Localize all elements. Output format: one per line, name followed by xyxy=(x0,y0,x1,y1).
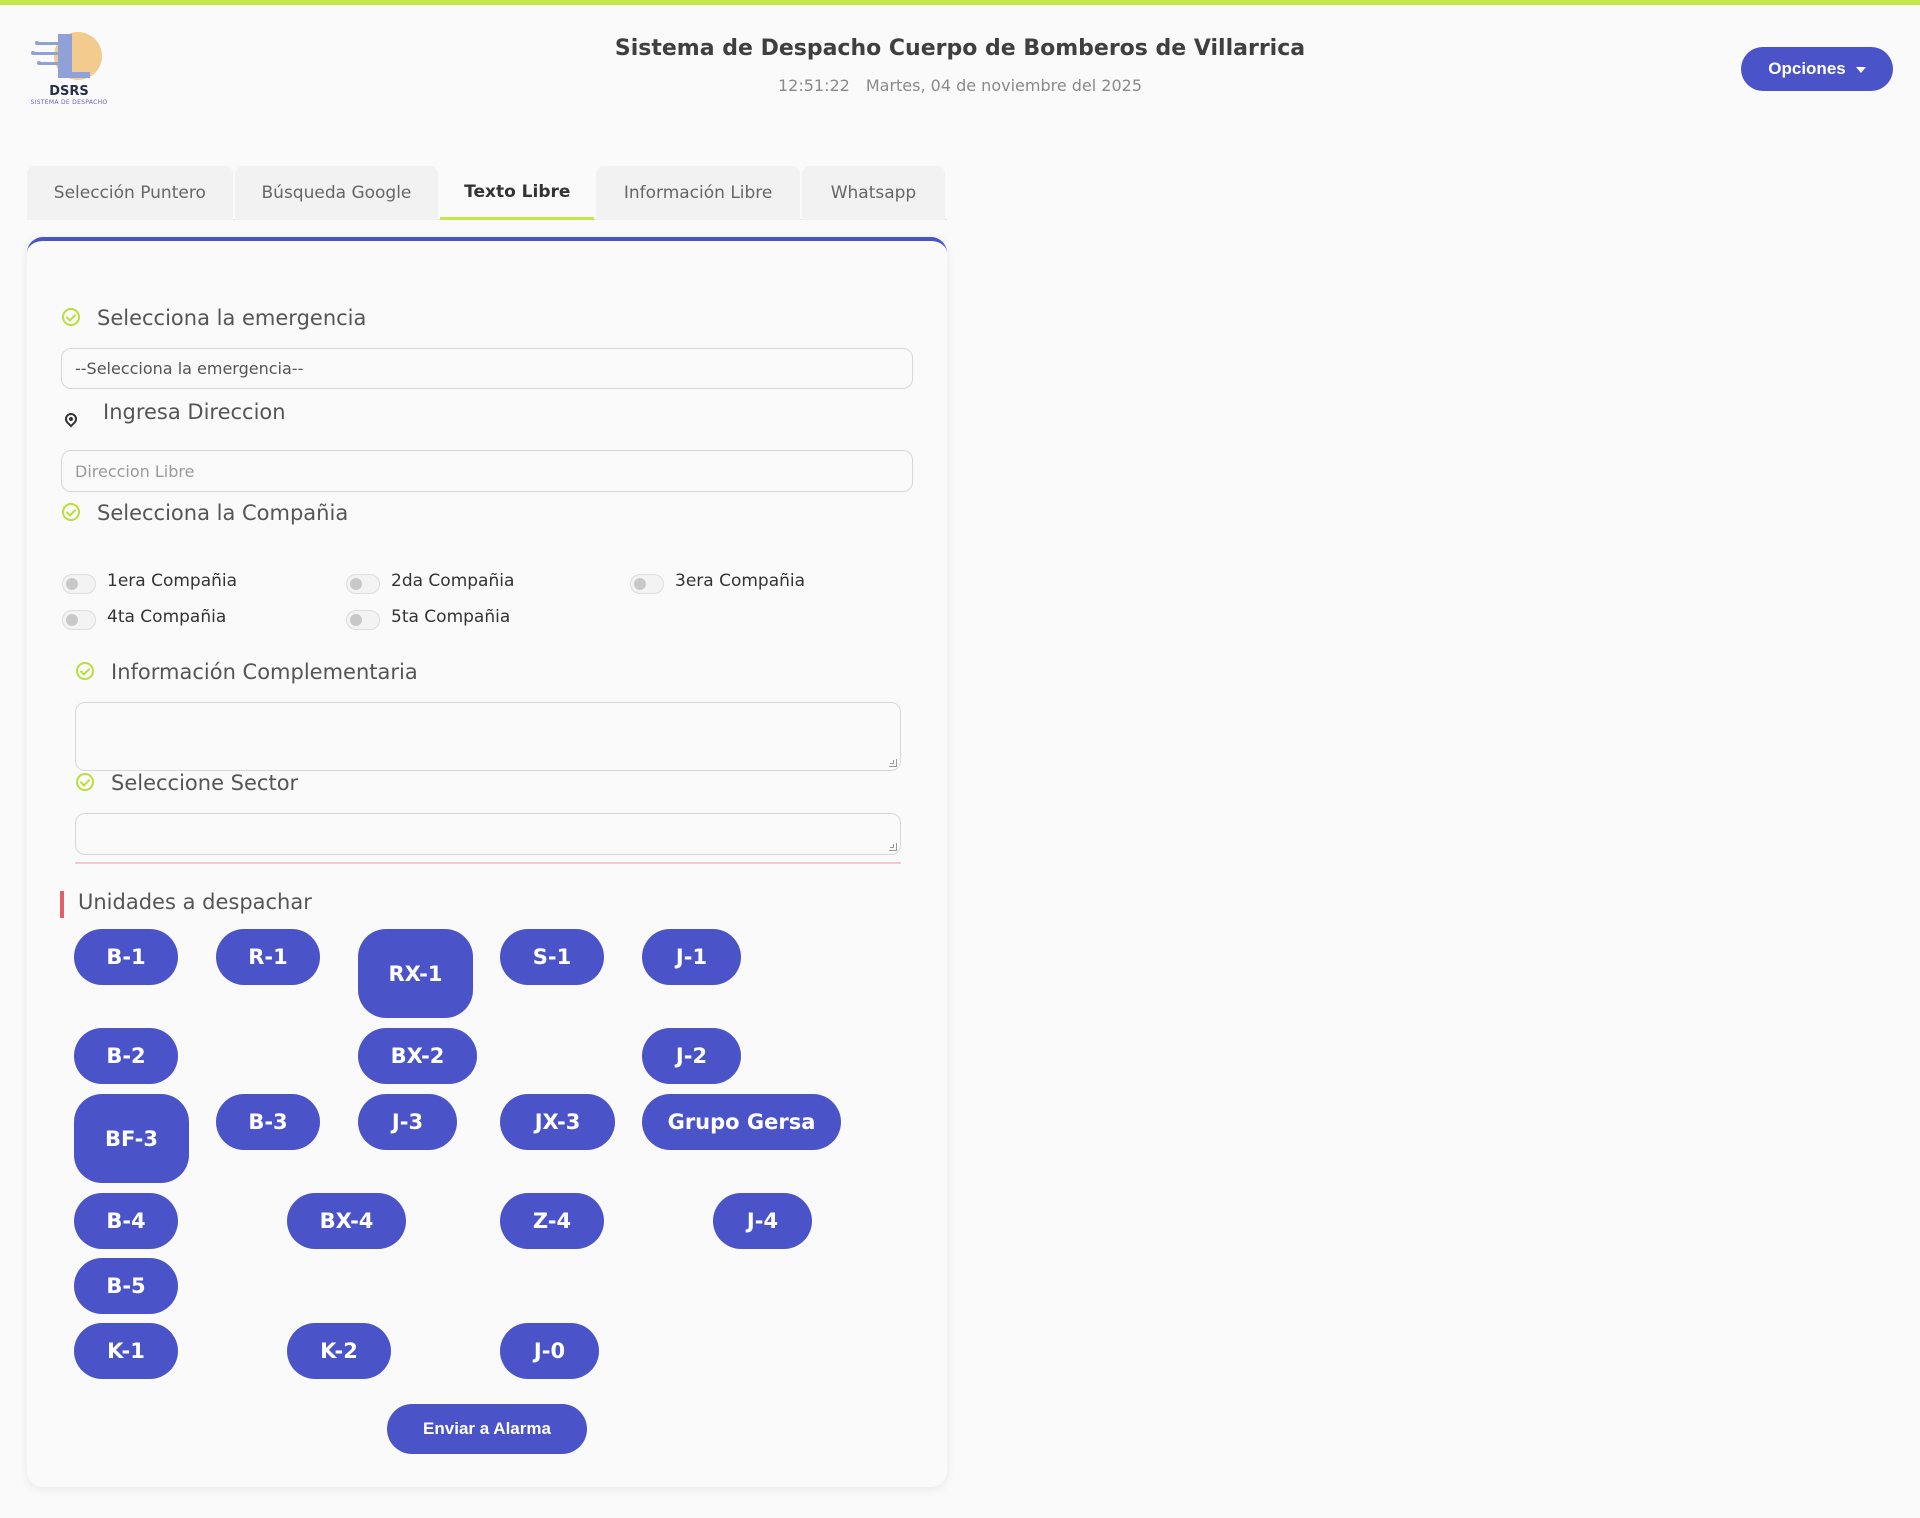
toggle-4ta-compania[interactable] xyxy=(62,610,96,630)
info-label: Información Complementaria xyxy=(111,660,418,684)
sector-textarea[interactable] xyxy=(75,813,901,855)
header-datetime: 12:51:22 Martes, 04 de noviembre del 2025 xyxy=(560,76,1360,95)
top-accent-bar xyxy=(0,0,1920,5)
company-label: Selecciona la Compañia xyxy=(97,501,349,525)
unit-j-4[interactable]: J-4 xyxy=(713,1193,812,1249)
emergency-label: Selecciona la emergencia xyxy=(97,306,367,330)
section-marker xyxy=(60,891,64,918)
unit-j-0[interactable]: J-0 xyxy=(500,1323,599,1379)
unit-b-1[interactable]: B-1 xyxy=(74,929,178,985)
toggle-3era-compania[interactable] xyxy=(630,574,664,594)
unit-j-3[interactable]: J-3 xyxy=(358,1094,457,1150)
unit-r-1[interactable]: R-1 xyxy=(216,929,320,985)
sector-label: Seleccione Sector xyxy=(111,771,299,795)
address-label: Ingresa Direccion xyxy=(103,400,286,424)
check-circle-icon xyxy=(76,773,94,791)
resize-handle-icon xyxy=(889,843,897,851)
emergency-select[interactable]: --Selecciona la emergencia-- xyxy=(61,348,913,389)
info-textarea[interactable] xyxy=(75,702,901,771)
unit-b-4[interactable]: B-4 xyxy=(74,1193,178,1249)
unit-bx-2[interactable]: BX-2 xyxy=(358,1028,477,1084)
logo-text: DSRS xyxy=(49,84,89,99)
toggle-1era-compania[interactable] xyxy=(62,574,96,594)
options-label: Opciones xyxy=(1768,59,1846,78)
unit-k-2[interactable]: K-2 xyxy=(287,1323,391,1379)
unit-b-2[interactable]: B-2 xyxy=(74,1028,178,1084)
unit-z-4[interactable]: Z-4 xyxy=(500,1193,604,1249)
unit-grupo-gersa[interactable]: Grupo Gersa xyxy=(642,1094,841,1150)
toggle-5ta-compania[interactable] xyxy=(346,610,380,630)
unit-s-1[interactable]: S-1 xyxy=(500,929,604,985)
tab-whatsapp[interactable]: Whatsapp xyxy=(801,166,945,220)
company-1-label: 1era Compañia xyxy=(107,571,238,591)
unit-bf-3[interactable]: BF-3 xyxy=(74,1094,189,1183)
tab-informacion-libre[interactable]: Información Libre xyxy=(596,166,800,220)
tab-seleccion-puntero[interactable]: Selección Puntero xyxy=(27,166,233,220)
map-pin-icon xyxy=(62,410,80,428)
unit-jx-3[interactable]: JX-3 xyxy=(500,1094,615,1150)
section-divider xyxy=(75,862,901,864)
company-3-label: 3era Compañia xyxy=(675,571,806,591)
toggle-2da-compania[interactable] xyxy=(346,574,380,594)
page-title: Sistema de Despacho Cuerpo de Bomberos d… xyxy=(614,36,1306,61)
unit-j-2[interactable]: J-2 xyxy=(642,1028,741,1084)
company-5-label: 5ta Compañia xyxy=(391,607,511,627)
resize-handle-icon xyxy=(889,759,897,767)
dispatch-tabs: Selección Puntero Búsqueda Google Texto … xyxy=(27,166,947,220)
check-circle-icon xyxy=(62,503,80,521)
unit-bx-4[interactable]: BX-4 xyxy=(287,1193,406,1249)
clock-time: 12:51:22 xyxy=(777,76,850,95)
units-label: Unidades a despachar xyxy=(78,890,312,914)
address-input[interactable]: Direccion Libre xyxy=(61,450,913,492)
company-4-label: 4ta Compañia xyxy=(107,607,227,627)
options-dropdown-button[interactable]: Opciones xyxy=(1741,47,1893,91)
check-circle-icon xyxy=(62,308,80,326)
current-date: Martes, 04 de noviembre del 2025 xyxy=(865,76,1143,95)
check-circle-icon xyxy=(76,662,94,680)
dispatch-form-card: Selecciona la emergencia --Selecciona la… xyxy=(27,237,947,1487)
unit-b-5[interactable]: B-5 xyxy=(74,1258,178,1314)
unit-rx-1[interactable]: RX-1 xyxy=(358,929,473,1018)
company-2-label: 2da Compañia xyxy=(391,571,515,591)
tab-busqueda-google[interactable]: Búsqueda Google xyxy=(234,166,439,220)
caret-down-icon xyxy=(1855,67,1866,73)
send-alarm-button[interactable]: Enviar a Alarma xyxy=(387,1404,587,1454)
unit-b-3[interactable]: B-3 xyxy=(216,1094,320,1150)
logo-subtext: SISTEMA DE DESPACHO xyxy=(30,99,108,106)
unit-j-1[interactable]: J-1 xyxy=(642,929,741,985)
tab-texto-libre[interactable]: Texto Libre xyxy=(440,166,595,220)
unit-k-1[interactable]: K-1 xyxy=(74,1323,178,1379)
dsrs-logo: DSRS SISTEMA DE DESPACHO xyxy=(28,28,110,106)
